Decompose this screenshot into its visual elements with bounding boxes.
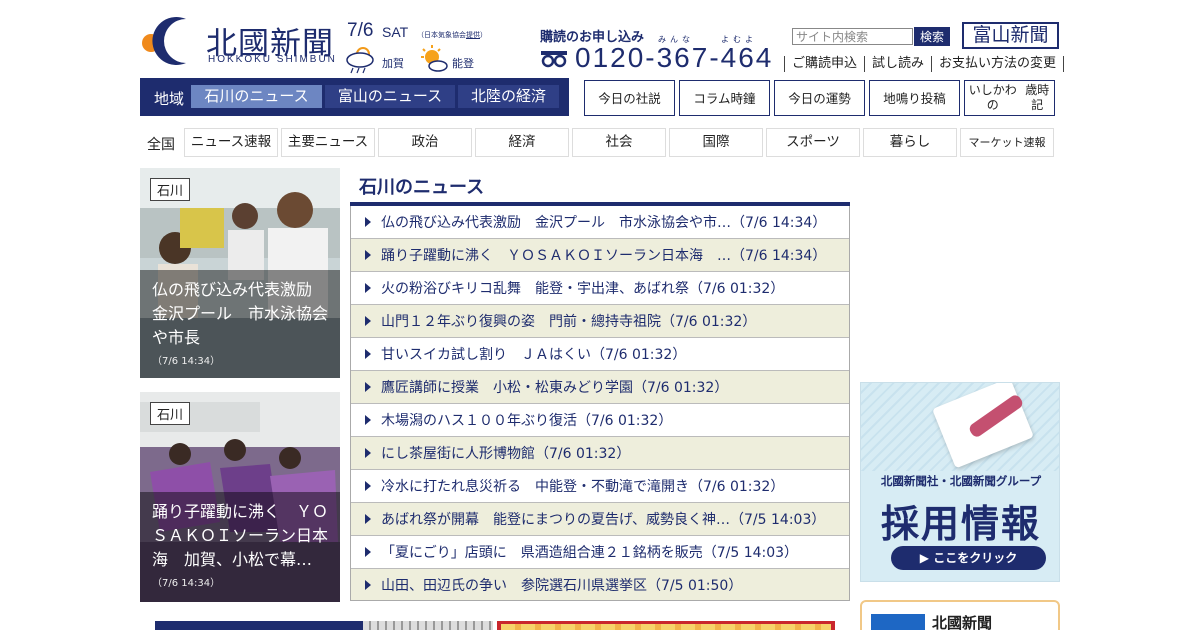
bullet-arrow-icon (365, 481, 371, 491)
subscribe-link[interactable]: ご購読申込 (784, 56, 864, 72)
tab-market-news[interactable]: マーケット速報 (960, 128, 1054, 157)
news-item[interactable]: 踊り子躍動に沸く ＹＯＳＡＫＯＩソーラン日本海 …（7/6 14:34） (351, 239, 849, 272)
bullet-arrow-icon (365, 514, 371, 524)
news-item[interactable]: あばれ祭が開幕 能登にまつりの夏告げ、威勢良く神…（7/5 14:03） (351, 503, 849, 536)
payment-change-link[interactable]: お支払い方法の変更 (931, 56, 1065, 72)
recruit-subtitle: 北國新聞社・北國新聞グループ (880, 474, 1042, 488)
region-tag: 石川 (150, 402, 191, 425)
news-item[interactable]: 甘いスイカ試し割り ＪＡはくい（7/6 01:32） (351, 338, 849, 371)
ad-title: 北國新聞 (932, 614, 993, 630)
news-item[interactable]: 鷹匠講師に授業 小松・松東みどり学園（7/6 01:32） (351, 371, 849, 404)
banner-image (501, 624, 831, 630)
tab-economy[interactable]: 経済 (475, 128, 569, 157)
tab-international[interactable]: 国際 (669, 128, 763, 157)
feature-caption: 仏の飛び込み代表激励 金沢プール 市水泳協会や市長 （7/6 14:34） (140, 270, 340, 378)
tab-society[interactable]: 社会 (572, 128, 666, 157)
bullet-arrow-icon (365, 316, 371, 326)
category-nav-label: 全国 (147, 137, 175, 153)
bottom-right-ad[interactable]: 北國新聞 (860, 600, 1060, 630)
bullet-arrow-icon (365, 349, 371, 359)
free-dial-icon (541, 51, 567, 68)
bullet-arrow-icon (365, 579, 371, 590)
cloudy-sunny-icon (346, 47, 374, 74)
site-logo[interactable]: 北國新聞 HOKKOKU SHIMBUN (140, 16, 340, 66)
horoscope-link[interactable]: 今日の運勢 (774, 80, 865, 116)
tab-politics[interactable]: 政治 (378, 128, 472, 157)
bullet-arrow-icon (365, 217, 371, 227)
news-item[interactable]: 山田、田辺氏の争い 参院選石川県選挙区（7/5 01:50） (351, 569, 849, 600)
quick-links: 今日の社説 コラム時鐘 今日の運勢 地鳴り投稿 いしかわの 歳時記 (584, 80, 1059, 116)
feature-timestamp: （7/6 14:34） (152, 578, 221, 589)
bullet-arrow-icon (365, 250, 371, 260)
feature-timestamp: （7/6 14:34） (152, 356, 221, 367)
feature-card[interactable]: 石川 踊り子躍動に沸く ＹＯＳＡＫＯＩソーラン日本海 加賀、小松で幕… （7/6… (140, 392, 340, 602)
recruitment-banner[interactable]: 北國新聞社・北國新聞グループ 採用情報 ▶ ここをクリック (860, 382, 1060, 582)
search-button[interactable]: 検索 (914, 27, 950, 46)
tab-breaking-news[interactable]: ニュース速報 (184, 128, 278, 157)
news-item[interactable]: 「夏にごり」店頭に 県酒造組合連２１銘柄を販売（7/5 14:03） (351, 536, 849, 569)
weather-kaga[interactable]: 加賀 (345, 44, 405, 74)
ad-thumbnail (871, 614, 925, 630)
weather-credit: （日本気象協会提供） (417, 31, 487, 39)
banner-image (363, 621, 493, 630)
news-list: 仏の飛び込み代表激励 金沢プール 市水泳協会や市…（7/6 14:34） 踊り子… (350, 206, 850, 601)
bullet-arrow-icon (365, 415, 371, 425)
bullet-arrow-icon (365, 283, 371, 293)
weather-region-label: 加賀 (382, 57, 404, 70)
bullet-arrow-icon (365, 448, 371, 458)
weather-credit-link[interactable]: 提供 (466, 31, 480, 39)
tab-toyama-news[interactable]: 富山のニュース (325, 85, 455, 108)
current-date: 7/6 (347, 20, 374, 41)
weather-noto[interactable]: 能登 (418, 44, 478, 74)
news-item[interactable]: にし茶屋街に人形博物館（7/6 01:32） (351, 437, 849, 470)
logo-subtitle: HOKKOKU SHIMBUN (208, 54, 337, 65)
logo-mark-icon (142, 17, 186, 65)
feature-headline[interactable]: 踊り子躍動に沸く ＹＯＳＡＫＯＩソーラン日本海 加賀、小松で幕… (152, 500, 330, 572)
toyama-shimbun-link[interactable]: 富山新聞 (962, 22, 1059, 49)
feature-card[interactable]: 石川 仏の飛び込み代表激励 金沢プール 市水泳協会や市長 （7/6 14:34） (140, 168, 340, 378)
category-nav: ニュース速報 主要ニュース 政治 経済 社会 国際 スポーツ 暮らし マーケット… (184, 128, 1057, 157)
region-nav-label: 地域 (154, 90, 185, 108)
editorial-link[interactable]: 今日の社説 (584, 80, 675, 116)
day-of-week: SAT (382, 24, 409, 40)
subscribe-phone-number[interactable]: 0120-367-464 (575, 42, 773, 74)
column-jisho-link[interactable]: コラム時鐘 (679, 80, 770, 116)
region-tag: 石川 (150, 178, 191, 201)
news-item[interactable]: 冷水に打たれ息災祈る 中能登・不動滝で滝開き（7/6 01:32） (351, 470, 849, 503)
bullet-arrow-icon (365, 547, 371, 557)
site-search-input[interactable] (792, 28, 913, 45)
tab-lifestyle[interactable]: 暮らし (863, 128, 957, 157)
weather-region-label: 能登 (452, 57, 474, 70)
news-item[interactable]: 木場潟のハス１００年ぶり復活（7/6 01:32） (351, 404, 849, 437)
tab-sports[interactable]: スポーツ (766, 128, 860, 157)
tab-top-news[interactable]: 主要ニュース (281, 128, 375, 157)
news-item[interactable]: 山門１２年ぶり復興の姿 門前・總持寺祖院（7/6 01:32） (351, 305, 849, 338)
region-nav: 地域 石川のニュース 富山のニュース 北陸の経済 (140, 78, 569, 116)
tab-hokuriku-economy[interactable]: 北陸の経済 (458, 85, 559, 108)
feature-caption: 踊り子躍動に沸く ＹＯＳＡＫＯＩソーラン日本海 加賀、小松で幕… （7/6 14… (140, 492, 340, 602)
bottom-banner-left[interactable] (155, 621, 493, 630)
feature-headline[interactable]: 仏の飛び込み代表激励 金沢プール 市水泳協会や市長 (152, 278, 330, 350)
reader-posts-link[interactable]: 地鳴り投稿 (869, 80, 960, 116)
bottom-banner-right[interactable] (497, 621, 835, 630)
recruit-title: 採用情報 (880, 502, 1041, 546)
news-section-title: 石川のニュース (359, 177, 485, 198)
ishikawa-almanac-link[interactable]: いしかわの 歳時記 (964, 80, 1055, 116)
tab-ishikawa-news[interactable]: 石川のニュース (191, 85, 322, 108)
recruit-click-button[interactable]: ▶ ここをクリック (891, 546, 1046, 570)
header-links: ご購読申込 試し読み お支払い方法の変更 (784, 56, 1065, 72)
news-item[interactable]: 仏の飛び込み代表激励 金沢プール 市水泳協会や市…（7/6 14:34） (351, 206, 849, 239)
bullet-arrow-icon (365, 382, 371, 392)
news-item[interactable]: 火の粉浴びキリコ乱舞 能登・宇出津、あばれ祭（7/6 01:32） (351, 272, 849, 305)
sunny-cloudy-icon (421, 45, 448, 72)
trial-read-link[interactable]: 試し読み (864, 56, 931, 72)
